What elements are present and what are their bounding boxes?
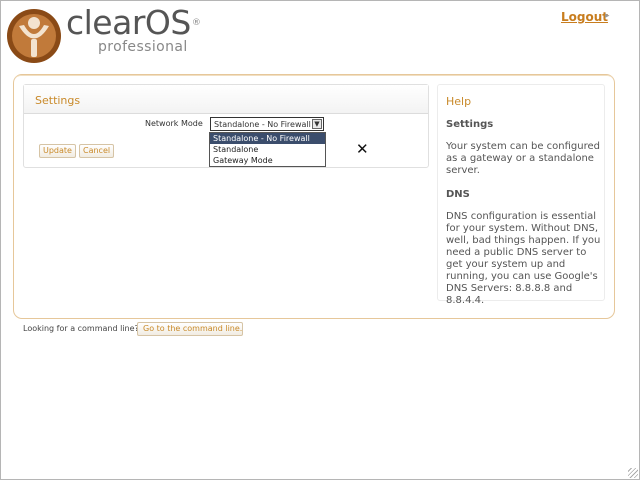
command-line-prompt: Looking for a command line? <box>23 324 139 333</box>
help-settings-text: Your system can be configured as a gatew… <box>446 141 601 176</box>
network-mode-label: Network Mode <box>145 119 203 128</box>
help-dns-heading: DNS <box>446 189 470 200</box>
resize-grip-icon[interactable] <box>628 468 638 478</box>
brand-name: clearOS® <box>66 3 201 42</box>
help-dns-text: DNS configuration is essential for your … <box>446 211 601 306</box>
help-panel: Help Settings Your system can be configu… <box>437 84 605 306</box>
close-icon[interactable]: ✕ <box>356 142 369 157</box>
settings-title: Settings <box>35 94 81 107</box>
edition-label: professional <box>98 39 188 55</box>
network-mode-selected-value: Standalone - No Firewall <box>214 120 311 129</box>
network-mode-option[interactable]: Standalone - No Firewall <box>210 133 325 144</box>
network-mode-option[interactable]: Gateway Mode <box>210 155 325 166</box>
update-button[interactable]: Update <box>39 144 76 158</box>
dropdown-arrow-icon[interactable]: ▼ <box>312 119 322 129</box>
help-settings-heading: Settings <box>446 119 494 130</box>
network-mode-options-list: Standalone - No Firewall Standalone Gate… <box>209 132 326 167</box>
clearos-logo-icon <box>7 9 61 63</box>
cancel-button[interactable]: Cancel <box>79 144 115 158</box>
network-mode-select[interactable]: Standalone - No Firewall ▼ <box>210 117 324 131</box>
trademark-mark: ® <box>191 18 201 28</box>
logout-link[interactable]: Logout <box>561 10 608 24</box>
brand-text: clearOS <box>66 3 191 42</box>
settings-header <box>24 85 428 114</box>
logout-arrow-icon: ▸ <box>605 11 610 21</box>
help-title: Help <box>446 95 472 108</box>
go-to-command-line-button[interactable]: Go to the command line... <box>137 322 243 336</box>
network-mode-option[interactable]: Standalone <box>210 144 325 155</box>
